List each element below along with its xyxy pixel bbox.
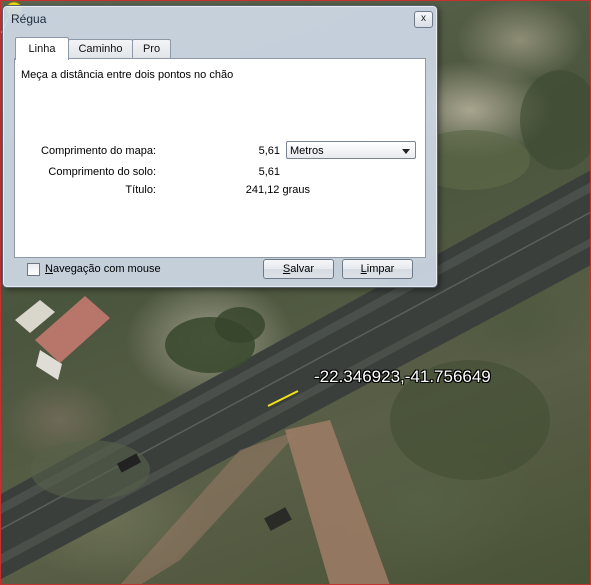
chevron-down-icon xyxy=(402,149,410,154)
mouse-navigation-label-text: avegação com mouse xyxy=(52,263,161,275)
unit-select[interactable]: Metros xyxy=(286,141,416,159)
heading-label: Título: xyxy=(125,184,156,196)
dialog-title: Régua xyxy=(11,12,47,26)
heading-value: 241,12 graus xyxy=(245,184,310,196)
mouse-navigation-checkbox[interactable] xyxy=(27,263,40,276)
map-length-label: Comprimento do mapa: xyxy=(41,145,156,157)
clear-button[interactable]: Limpar xyxy=(342,259,413,279)
ruler-dialog: Régua x Linha Caminho Pro Meça a distânc… xyxy=(2,5,438,288)
unit-select-value: Metros xyxy=(290,145,324,157)
dirt-road xyxy=(285,420,390,585)
save-label: alvar xyxy=(290,263,315,275)
clear-label: impar xyxy=(366,263,395,275)
tab-panel-linha: Meça a distância entre dois pontos no ch… xyxy=(14,58,426,258)
tab-pro[interactable]: Pro xyxy=(132,39,171,59)
close-button[interactable]: x xyxy=(414,11,433,28)
mouse-navigation-label[interactable]: Navegação com mouse xyxy=(45,263,161,275)
dialog-titlebar[interactable]: Régua x xyxy=(3,6,437,32)
description-text: Meça a distância entre dois pontos no ch… xyxy=(21,69,234,81)
mouse-navigation-mnemonic: N xyxy=(45,263,53,275)
ground-length-label: Comprimento do solo: xyxy=(48,166,156,178)
map-length-value: 5,61 xyxy=(258,145,280,157)
coordinate-label: -22.346923,-41.756649 xyxy=(314,367,491,386)
ground-length-value: 5,61 xyxy=(258,166,280,178)
tab-linha[interactable]: Linha xyxy=(15,37,69,60)
save-button[interactable]: Salvar xyxy=(263,259,334,279)
tab-caminho[interactable]: Caminho xyxy=(68,39,133,59)
